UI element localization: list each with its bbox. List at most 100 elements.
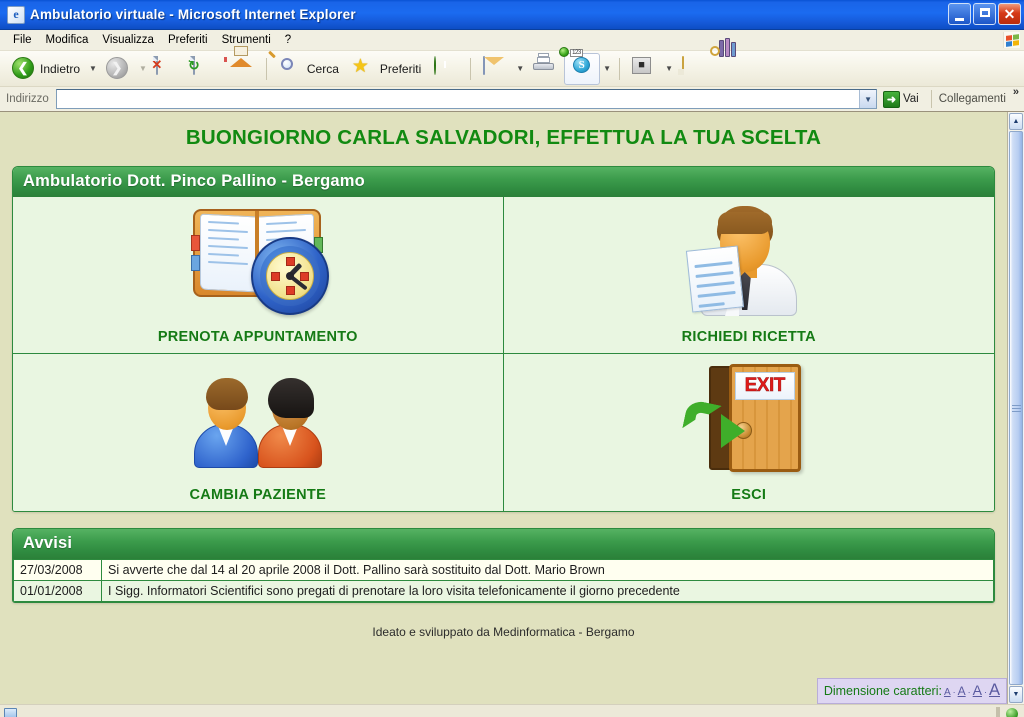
menu-item-help[interactable]: ? bbox=[278, 32, 298, 48]
back-dropdown-icon[interactable]: ▼ bbox=[89, 64, 97, 73]
address-input[interactable] bbox=[56, 90, 860, 108]
back-label: Indietro bbox=[40, 61, 81, 76]
tile-label-esci: ESCI bbox=[731, 487, 767, 503]
excel-export-button[interactable]: ■ bbox=[626, 53, 662, 85]
tile-label-prenota: PRENOTA APPUNTAMENTO bbox=[157, 329, 358, 345]
font-size-option-3[interactable]: A bbox=[973, 682, 982, 698]
avvisi-panel: Avvisi 27/03/2008 Si avverte che dal 14 … bbox=[12, 528, 995, 603]
notice-date: 27/03/2008 bbox=[13, 559, 102, 581]
research-icon bbox=[710, 37, 743, 81]
forward-dropdown-icon: ▼ bbox=[138, 64, 147, 73]
close-button[interactable]: ✕ bbox=[998, 3, 1021, 25]
font-size-option-1[interactable]: A bbox=[944, 687, 951, 698]
back-button[interactable]: ❮ Indietro bbox=[6, 53, 86, 85]
mail-button[interactable] bbox=[477, 53, 513, 85]
window-titlebar: e Ambulatorio virtuale - Microsoft Inter… bbox=[0, 0, 1024, 30]
font-size-separator: · bbox=[983, 687, 987, 697]
mail-icon bbox=[483, 55, 507, 81]
panel-header: Ambulatorio Dott. Pinco Pallino - Bergam… bbox=[13, 167, 994, 197]
links-label[interactable]: Collegamenti bbox=[939, 93, 1006, 105]
research-button[interactable] bbox=[710, 37, 749, 85]
mail-dropdown-icon[interactable]: ▼ bbox=[516, 64, 524, 73]
note-button[interactable] bbox=[676, 53, 712, 85]
address-input-wrap[interactable]: ▼ bbox=[55, 89, 877, 109]
avvisi-header: Avvisi bbox=[13, 529, 994, 559]
font-size-separator: · bbox=[967, 687, 971, 697]
back-icon: ❮ bbox=[12, 56, 36, 81]
go-label: Vai bbox=[902, 93, 919, 105]
skype-button[interactable]: S 123 bbox=[559, 46, 601, 85]
windows-flag-icon bbox=[1003, 32, 1020, 48]
search-label: Cerca bbox=[306, 61, 339, 76]
font-size-option-4[interactable]: A bbox=[989, 681, 1000, 700]
scroll-down-button[interactable]: ▼ bbox=[1009, 686, 1023, 703]
home-icon bbox=[223, 45, 254, 81]
search-button[interactable]: Cerca bbox=[267, 50, 345, 85]
two-users-icon bbox=[13, 354, 503, 481]
print-icon bbox=[533, 52, 557, 81]
tile-label-paziente: CAMBIA PAZIENTE bbox=[189, 487, 327, 503]
ie-icon: e bbox=[7, 5, 25, 24]
forward-icon: ❯ bbox=[105, 56, 130, 81]
menu-item-visualizza[interactable]: Visualizza bbox=[95, 32, 161, 48]
status-zone bbox=[1000, 707, 1024, 717]
toolbar-separator-2 bbox=[470, 57, 472, 80]
address-bar: Indirizzo ▼ ➜ Vai Collegamenti » bbox=[0, 86, 1024, 112]
excel-dropdown-icon[interactable]: ▼ bbox=[665, 64, 673, 73]
history-icon bbox=[434, 55, 458, 81]
font-size-option-2[interactable]: A bbox=[958, 684, 966, 698]
refresh-icon: ↻ bbox=[188, 55, 200, 75]
excel-icon: ■ bbox=[632, 56, 656, 81]
window-title: Ambulatorio virtuale - Microsoft Interne… bbox=[30, 7, 356, 22]
page-footer: Ideato e sviluppato da Medinformatica - … bbox=[372, 625, 635, 639]
ambulatorio-panel: Ambulatorio Dott. Pinco Pallino - Bergam… bbox=[12, 166, 995, 512]
refresh-button[interactable]: ↻ bbox=[187, 53, 223, 85]
forward-button[interactable]: ❯ bbox=[100, 53, 136, 85]
history-button[interactable] bbox=[428, 53, 464, 85]
stop-button[interactable]: ✕ bbox=[150, 53, 186, 85]
action-tiles-grid: PRENOTA APPUNTAMENTO RICHIEDI RICETTA CA… bbox=[13, 197, 994, 511]
tile-cambia-paziente[interactable]: CAMBIA PAZIENTE bbox=[13, 354, 504, 511]
stop-icon: ✕ bbox=[151, 55, 180, 81]
menu-item-preferiti[interactable]: Preferiti bbox=[161, 32, 215, 48]
doctor-prescription-icon bbox=[504, 197, 995, 323]
go-arrow-icon: ➜ bbox=[882, 90, 900, 108]
web-page: BUONGIORNO CARLA SALVADORI, EFFETTUA LA … bbox=[0, 112, 1007, 704]
favorites-button[interactable]: ★ Preferiti bbox=[346, 53, 427, 85]
browser-toolbar: ❮ Indietro ▼ ❯ ▼ ✕ ↻ Cerca ★ Preferiti ▼… bbox=[0, 37, 1024, 87]
notice-date: 01/01/2008 bbox=[13, 580, 102, 602]
minimize-button[interactable] bbox=[948, 3, 971, 25]
tile-richiedi-ricetta[interactable]: RICHIEDI RICETTA bbox=[503, 197, 995, 354]
font-size-label: Dimensione caratteri: bbox=[823, 684, 942, 698]
toolbar-overflow-icon[interactable]: » bbox=[1010, 86, 1022, 98]
skype-icon: S 123 bbox=[559, 46, 594, 81]
skype-dropdown-icon[interactable]: ▼ bbox=[603, 64, 611, 73]
address-dropdown-icon[interactable]: ▼ bbox=[859, 90, 876, 108]
tile-label-ricetta: RICHIEDI RICETTA bbox=[681, 329, 816, 345]
status-bar bbox=[0, 704, 1024, 717]
address-label: Indirizzo bbox=[6, 93, 49, 105]
scroll-up-button[interactable]: ▲ bbox=[1009, 113, 1023, 130]
menu-item-file[interactable]: File bbox=[6, 32, 39, 48]
vertical-scrollbar[interactable]: ▲ ▼ bbox=[1007, 112, 1024, 704]
toolbar-separator-3 bbox=[619, 57, 621, 80]
font-size-separator: · bbox=[952, 687, 956, 697]
home-button[interactable] bbox=[223, 45, 260, 85]
menu-item-modifica[interactable]: Modifica bbox=[39, 32, 96, 48]
links-separator bbox=[930, 90, 932, 108]
note-icon bbox=[682, 55, 706, 81]
exit-sign-text: EXIT bbox=[744, 374, 785, 396]
tile-prenota-appuntamento[interactable]: PRENOTA APPUNTAMENTO bbox=[13, 197, 504, 354]
status-left bbox=[4, 708, 996, 717]
scrollbar-track[interactable] bbox=[1008, 131, 1024, 685]
book-clock-icon bbox=[13, 197, 503, 323]
page-title: BUONGIORNO CARLA SALVADORI, EFFETTUA LA … bbox=[185, 126, 822, 149]
avvisi-table: 27/03/2008 Si avverte che dal 14 al 20 a… bbox=[13, 559, 994, 602]
go-button[interactable]: ➜ Vai bbox=[881, 90, 924, 109]
restore-button[interactable] bbox=[973, 3, 996, 25]
notice-text: Si avverte che dal 14 al 20 aprile 2008 … bbox=[101, 559, 994, 581]
scrollbar-thumb[interactable] bbox=[1009, 131, 1023, 685]
table-row: 01/01/2008 I Sigg. Informatori Scientifi… bbox=[13, 580, 994, 602]
tile-esci[interactable]: EXIT ESCI bbox=[503, 354, 994, 511]
print-button[interactable] bbox=[527, 52, 563, 85]
